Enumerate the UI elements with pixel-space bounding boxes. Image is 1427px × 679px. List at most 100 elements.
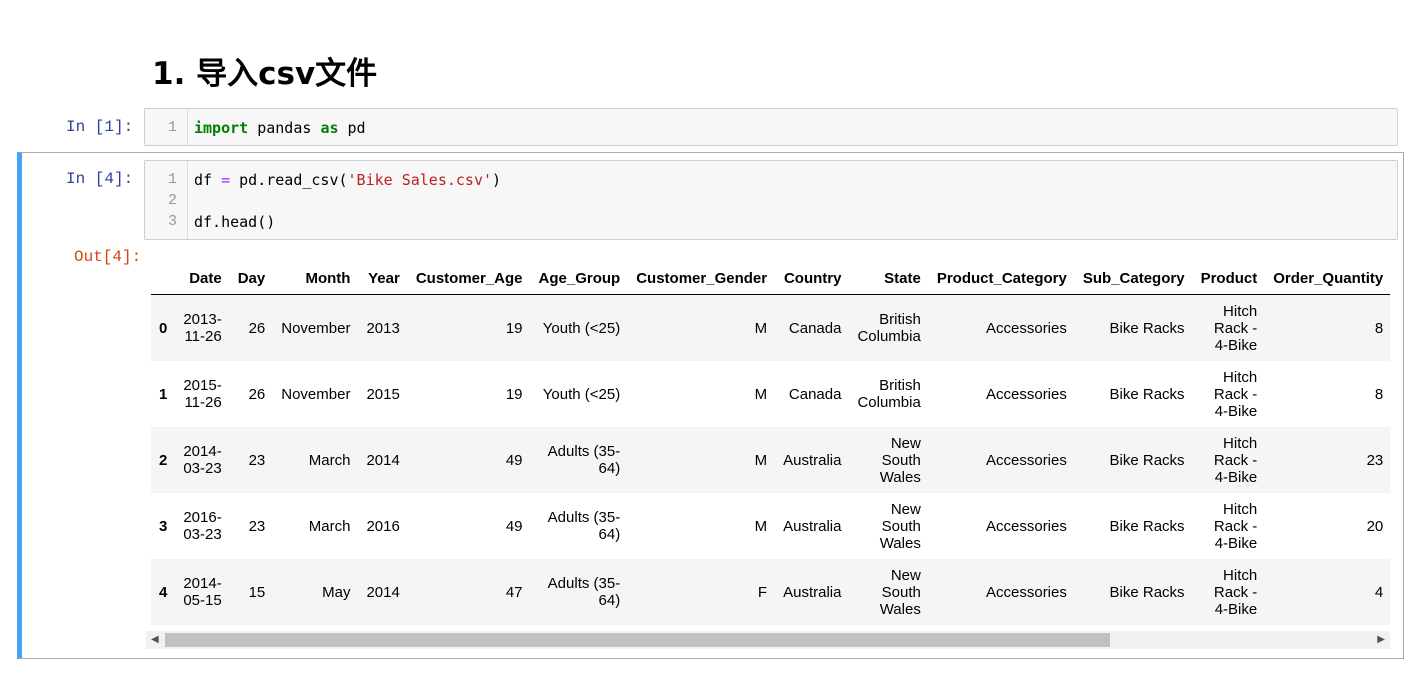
cell-sub-category: Bike Racks — [1109, 517, 1185, 535]
column-header: State — [884, 269, 921, 287]
cell1-gutter: 1 — [145, 109, 188, 145]
table-row: 3 2016-03-23 23 March 2016 49 Adults (35… — [151, 493, 1390, 559]
cell-month: March — [308, 451, 351, 469]
cell2-code-editor[interactable]: 1 2 3 df = pd.read_csv('Bike Sales.csv')… — [144, 160, 1398, 240]
cell-product: Hitch Rack - 4-Bike — [1213, 302, 1258, 354]
column-header: Product — [1200, 269, 1258, 287]
row-index: 0 — [159, 319, 168, 337]
cell-product-category: Accessories — [986, 385, 1067, 403]
cell-order-quantity: 20 — [1366, 517, 1384, 535]
column-header: Country — [783, 269, 842, 287]
cell-month: May — [322, 583, 351, 601]
keyword: import — [194, 119, 249, 137]
line-number: 1 — [167, 171, 177, 188]
code-text: pd.read_csv( — [230, 171, 348, 189]
cell-state: New South Wales — [879, 566, 921, 618]
cell-day: 26 — [248, 319, 266, 337]
cell2-out-prompt: Out[4]: — [74, 248, 142, 266]
line-number: 1 — [167, 119, 177, 136]
cell-product: Hitch Rack - 4-Bike — [1213, 434, 1258, 486]
cell-customer-age: 19 — [505, 385, 523, 403]
cell-state: New South Wales — [879, 500, 921, 552]
line-number: 3 — [167, 213, 177, 230]
cell-gender: M — [754, 319, 768, 337]
cell-month: March — [308, 517, 351, 535]
row-index: 2 — [159, 451, 168, 469]
scroll-left-icon[interactable]: ◀ — [151, 634, 159, 645]
cell2-gutter: 1 2 3 — [145, 161, 188, 239]
column-header: Customer_Gender — [636, 269, 768, 287]
cell-state: British Columbia — [857, 377, 921, 411]
cell-country: Australia — [783, 583, 842, 601]
cell-gender: M — [754, 517, 768, 535]
cell-sub-category: Bike Racks — [1109, 385, 1185, 403]
code-text: pandas — [248, 119, 321, 137]
cell-day: 23 — [248, 451, 266, 469]
scroll-right-icon[interactable]: ▶ — [1377, 634, 1385, 645]
scrollbar-thumb[interactable] — [165, 633, 1110, 647]
column-header: Customer_Age — [415, 269, 523, 287]
cell-month: November — [281, 385, 351, 403]
cell-age-group: Youth (<25) — [542, 385, 621, 403]
operator: = — [221, 171, 231, 189]
cell-order-quantity: 23 — [1366, 451, 1384, 469]
column-header: Order_Quantity — [1273, 269, 1384, 287]
cell-age-group: Adults (35-64) — [547, 509, 621, 543]
cell-state: New South Wales — [879, 434, 921, 486]
code-line: df.head() — [194, 213, 276, 231]
column-header: Product_Category — [936, 269, 1067, 287]
cell-country: Australia — [783, 517, 842, 535]
cell-sub-category: Bike Racks — [1109, 451, 1185, 469]
column-header — [151, 262, 175, 295]
row-index: 4 — [159, 583, 168, 601]
column-header: Date — [189, 269, 222, 287]
table-header-row: Date Day Month Year Customer_Age Age_Gro… — [151, 262, 1390, 295]
line-number: 2 — [167, 192, 177, 209]
table-row: 4 2014-05-15 15 May 2014 47 Adults (35-6… — [151, 559, 1390, 625]
cell-date: 2014-05-15 — [183, 575, 222, 609]
cell1-code-editor[interactable]: 1 import pandas as pd — [144, 108, 1398, 146]
cell-year: 2013 — [366, 319, 400, 337]
cell-age-group: Youth (<25) — [542, 319, 621, 337]
cell-customer-age: 47 — [505, 583, 523, 601]
cell-product-category: Accessories — [986, 583, 1067, 601]
cell2-in-prompt: In [4]: — [66, 170, 134, 188]
cell-customer-age: 19 — [505, 319, 523, 337]
row-index: 3 — [159, 517, 168, 535]
column-header: Month — [305, 269, 351, 287]
cell-gender: F — [757, 583, 768, 601]
code-text: pd — [338, 119, 366, 137]
cell-day: 15 — [248, 583, 266, 601]
row-index: 1 — [159, 385, 168, 403]
cell-date: 2013-11-26 — [183, 311, 222, 345]
cell-year: 2014 — [366, 451, 400, 469]
cell-age-group: Adults (35-64) — [547, 575, 621, 609]
cell-order-quantity: 4 — [1374, 583, 1384, 601]
cell-date: 2014-03-23 — [183, 443, 222, 477]
column-header: Sub_Category — [1082, 269, 1185, 287]
section-heading: 1. 导入csv文件 — [152, 56, 378, 92]
cell-country: Canada — [788, 319, 842, 337]
horizontal-scrollbar[interactable]: ◀ ▶ — [146, 631, 1390, 649]
code-line: df = pd.read_csv('Bike Sales.csv') — [194, 171, 501, 189]
cell-product: Hitch Rack - 4-Bike — [1213, 500, 1258, 552]
cell-country: Canada — [788, 385, 842, 403]
cell-product: Hitch Rack - 4-Bike — [1213, 566, 1258, 618]
cell-gender: M — [754, 451, 768, 469]
column-header: Age_Group — [538, 269, 621, 287]
cell-year: 2014 — [366, 583, 400, 601]
column-header: Day — [237, 269, 266, 287]
dataframe-output: Date Day Month Year Customer_Age Age_Gro… — [151, 262, 1390, 630]
cell-product-category: Accessories — [986, 319, 1067, 337]
cell-customer-age: 49 — [505, 451, 523, 469]
keyword: as — [320, 119, 339, 137]
cell-country: Australia — [783, 451, 842, 469]
code-text: df — [194, 171, 222, 189]
table-row: 1 2015-11-26 26 November 2015 19 Youth (… — [151, 361, 1390, 427]
cell-year: 2015 — [366, 385, 400, 403]
code-line: import pandas as pd — [194, 119, 366, 137]
table-row: 2 2014-03-23 23 March 2014 49 Adults (35… — [151, 427, 1390, 493]
cell-order-quantity: 8 — [1374, 319, 1384, 337]
cell-date: 2016-03-23 — [183, 509, 222, 543]
cell-sub-category: Bike Racks — [1109, 583, 1185, 601]
